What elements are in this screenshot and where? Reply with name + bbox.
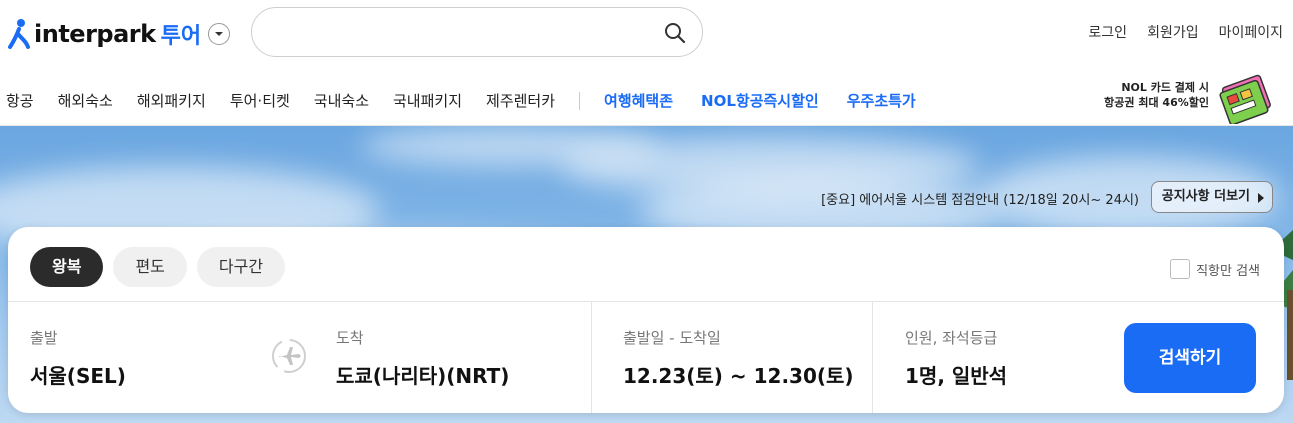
nav-item-space-special[interactable]: 우주초특가 bbox=[847, 90, 916, 111]
play-arrow-icon bbox=[1258, 193, 1264, 203]
notice-more-button[interactable]: 공지사항 더보기 bbox=[1150, 181, 1273, 213]
destination-value: 도쿄(나리타)(NRT) bbox=[336, 364, 510, 388]
mypage-link[interactable]: 마이페이지 bbox=[1219, 22, 1283, 42]
nav-item-benefit-zone[interactable]: 여행혜택존 bbox=[604, 90, 673, 111]
passengers-value: 1명, 일반석 bbox=[905, 364, 1008, 388]
promo-line1: NOL 카드 결제 시 bbox=[1121, 81, 1209, 94]
main-nav: 항공 해외숙소 해외패키지 투어·티켓 국내숙소 국내패키지 제주렌터카 여행혜… bbox=[6, 90, 944, 111]
dates-label: 출발일 - 도착일 bbox=[623, 329, 721, 347]
dates-field[interactable]: 출발일 - 도착일 12.23(토) ~ 12.30(토) bbox=[623, 327, 854, 389]
direct-only-checkbox[interactable] bbox=[1170, 259, 1191, 279]
tab-multi-city[interactable]: 다구간 bbox=[196, 247, 286, 287]
nav-item-tour-ticket[interactable]: 투어·티켓 bbox=[230, 90, 290, 111]
destination-label: 도착 bbox=[336, 329, 364, 347]
dates-value: 12.23(토) ~ 12.30(토) bbox=[623, 364, 854, 388]
nav-item-domestic-hotel[interactable]: 국내숙소 bbox=[314, 90, 369, 111]
tab-one-way[interactable]: 편도 bbox=[113, 247, 187, 287]
passengers-label: 인원, 좌석등급 bbox=[905, 329, 998, 347]
destination-field[interactable]: 도착 도쿄(나리타)(NRT) bbox=[336, 327, 509, 389]
promo-card-icon[interactable] bbox=[1217, 74, 1279, 124]
promo-text[interactable]: NOL 카드 결제 시 항공권 최대 46%할인 bbox=[1104, 80, 1209, 110]
brand-name: interpark bbox=[34, 20, 156, 48]
nav-item-domestic-package[interactable]: 국내패키지 bbox=[393, 90, 462, 111]
search-icon[interactable] bbox=[664, 22, 686, 44]
chevron-down-icon[interactable] bbox=[208, 23, 231, 45]
search-bar bbox=[251, 7, 703, 57]
brand-sub: 투어 bbox=[160, 24, 202, 49]
top-links: 로그인 회원가입 마이페이지 bbox=[1088, 22, 1283, 42]
nav-item-nol-discount[interactable]: NOL항공즉시할인 bbox=[701, 90, 819, 111]
nav-item-flight[interactable]: 항공 bbox=[6, 90, 34, 111]
field-divider bbox=[591, 302, 592, 413]
login-link[interactable]: 로그인 bbox=[1088, 22, 1127, 42]
passengers-field[interactable]: 인원, 좌석등급 1명, 일반석 bbox=[905, 327, 1007, 389]
notice-text[interactable]: [중요] 에어서울 시스템 점검안내 (12/18일 20시~ 24시) bbox=[821, 189, 1139, 208]
logo-icon bbox=[8, 19, 30, 49]
logo[interactable]: interpark 투어 bbox=[6, 16, 231, 52]
direct-only-option[interactable]: 직항만 검색 bbox=[1170, 259, 1260, 279]
nav-item-jeju-rentcar[interactable]: 제주렌터카 bbox=[486, 90, 555, 111]
signup-link[interactable]: 회원가입 bbox=[1147, 22, 1199, 42]
search-input[interactable] bbox=[272, 18, 652, 46]
swap-airplane-icon[interactable] bbox=[270, 337, 308, 375]
field-divider bbox=[872, 302, 873, 413]
origin-label: 출발 bbox=[30, 329, 58, 347]
origin-value: 서울(SEL) bbox=[30, 364, 126, 388]
nav-divider bbox=[579, 91, 581, 110]
promo-line2: 항공권 최대 46%할인 bbox=[1104, 96, 1209, 109]
trip-type-tabs: 왕복 편도 다구간 bbox=[30, 247, 286, 287]
notice-more-label: 공지사항 더보기 bbox=[1161, 189, 1250, 204]
tab-round-trip[interactable]: 왕복 bbox=[30, 247, 104, 287]
panel-divider bbox=[8, 301, 1284, 302]
origin-field[interactable]: 출발 서울(SEL) bbox=[30, 327, 126, 389]
search-button[interactable]: 검색하기 bbox=[1124, 323, 1256, 393]
site-header: interpark 투어 로그인 회원가입 마이페이지 항공 해외숙소 해외패키… bbox=[0, 0, 1293, 126]
direct-only-label: 직항만 검색 bbox=[1196, 263, 1260, 279]
nav-item-overseas-package[interactable]: 해외패키지 bbox=[137, 90, 206, 111]
nav-item-overseas-hotel[interactable]: 해외숙소 bbox=[58, 90, 113, 111]
flight-search-panel: 왕복 편도 다구간 직항만 검색 출발 서울(SEL) 도착 도쿄(나리타)(N… bbox=[8, 227, 1284, 413]
